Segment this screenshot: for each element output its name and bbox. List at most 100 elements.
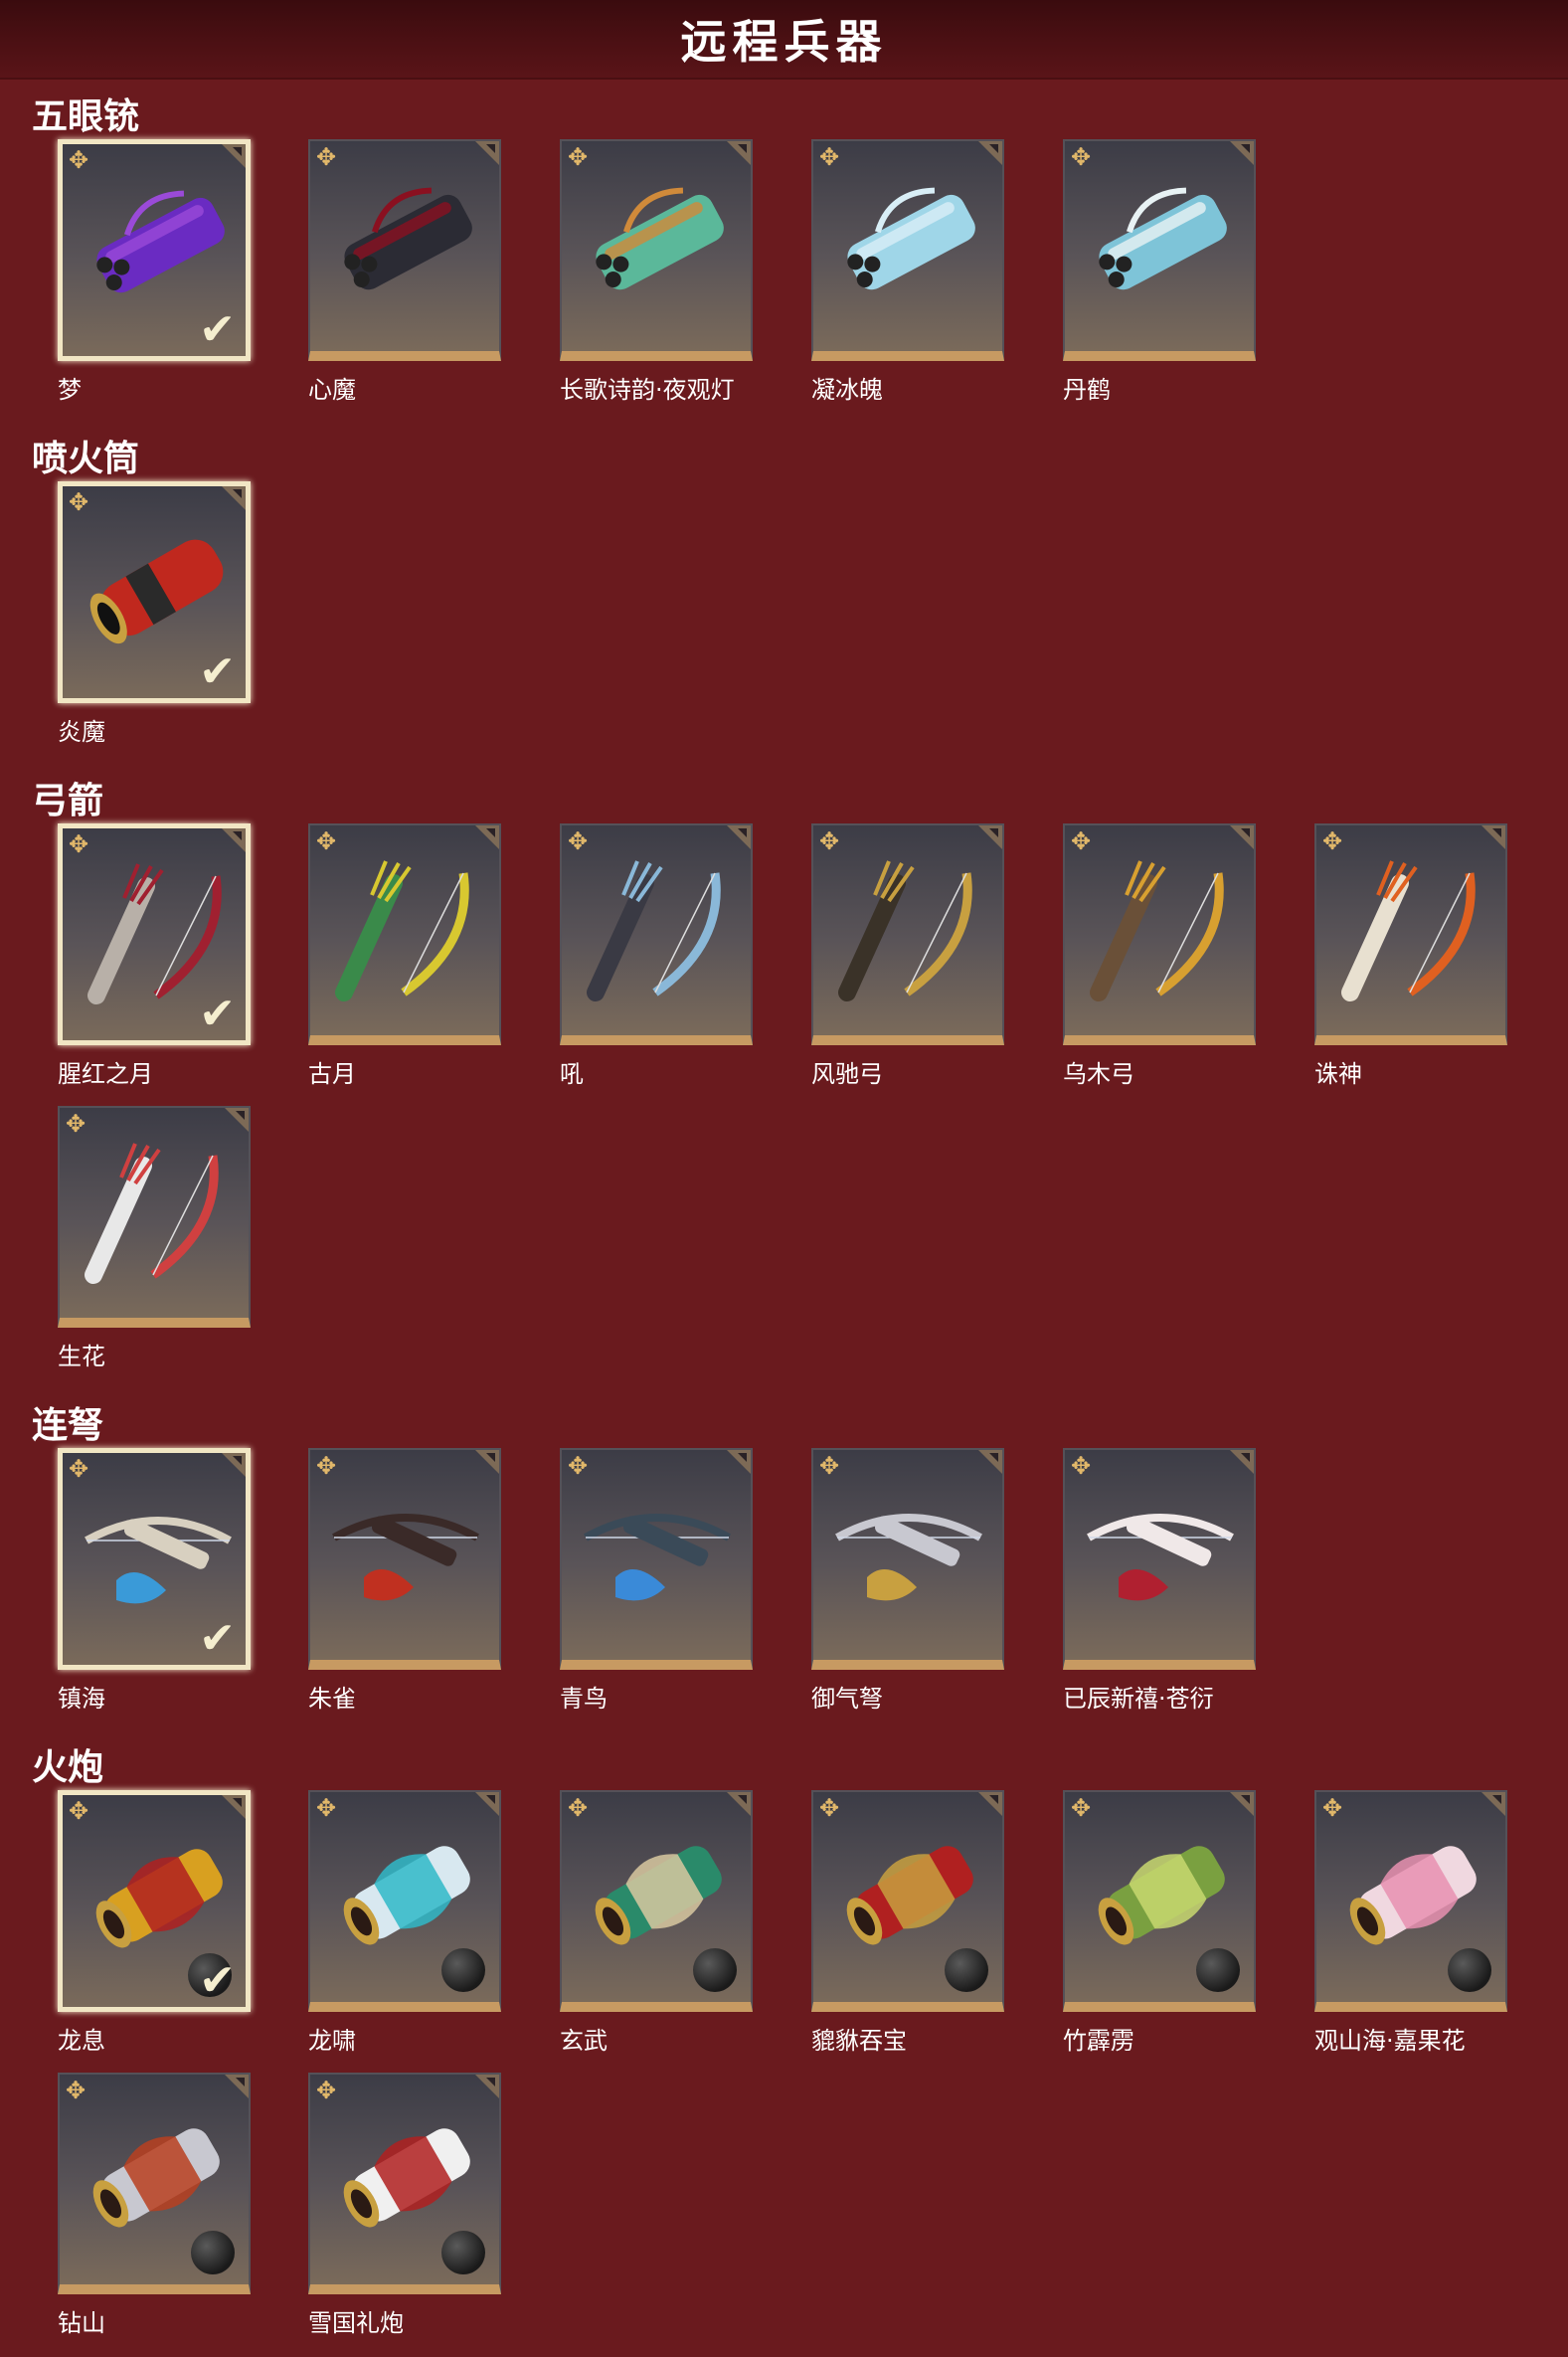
weapon-card[interactable]: ✥: [560, 823, 753, 1045]
weapon-name: 吼: [560, 1060, 584, 1088]
corner-tag-icon: [727, 825, 751, 849]
page-title: 远程兵器: [680, 15, 888, 69]
weapon-card[interactable]: ✥: [1063, 1448, 1256, 1670]
weapon-card[interactable]: ✥ ✔: [58, 139, 251, 361]
bow-illustration: [335, 860, 469, 1001]
tube-illustration: [89, 539, 224, 644]
weapon-card[interactable]: ✥: [308, 1448, 501, 1670]
weapon-name: 腥红之月: [58, 1060, 153, 1088]
shuriken-icon: ✥: [316, 143, 337, 171]
weapon-card[interactable]: ✥: [58, 1106, 251, 1328]
weapon-name: 诛神: [1314, 1060, 1362, 1088]
corner-tag-icon: [1481, 1792, 1505, 1816]
corner-tag-icon: [222, 144, 246, 168]
section-title: 喷火筒: [32, 439, 140, 479]
corner-tag-icon: [978, 1792, 1002, 1816]
checkmark-icon: ✔: [199, 1613, 236, 1664]
crossbow-illustration: [1087, 1514, 1234, 1601]
weapon-card[interactable]: ✥: [1314, 1790, 1507, 2012]
weapon-card[interactable]: ✥: [1063, 1790, 1256, 2012]
corner-tag-icon: [222, 1453, 246, 1477]
shuriken-icon: ✥: [316, 827, 337, 855]
shuriken-icon: ✥: [1071, 827, 1092, 855]
weapon-name: 朱雀: [308, 1685, 356, 1713]
crossbow-illustration: [584, 1514, 731, 1601]
checkmark-icon: ✔: [199, 989, 236, 1039]
weapon-card[interactable]: ✥: [1063, 823, 1256, 1045]
shuriken-icon: ✥: [568, 1794, 589, 1822]
weapon-card[interactable]: ✥: [811, 139, 1004, 361]
weapon-card[interactable]: ✥: [308, 2073, 501, 2294]
weapon-card[interactable]: ✥ ✔: [58, 823, 251, 1045]
weapon-card[interactable]: ✥ ✔: [58, 481, 251, 703]
weapon-card[interactable]: ✥ ✔: [58, 1448, 251, 1670]
corner-tag-icon: [1481, 825, 1505, 849]
weapon-card[interactable]: ✥: [560, 1790, 753, 2012]
weapon-name: 凝冰魄: [811, 376, 883, 404]
cannon-illustration: [1098, 1846, 1225, 1945]
weapon-card[interactable]: ✥ ✔: [58, 1790, 251, 2012]
shuriken-icon: ✥: [69, 830, 89, 858]
checkmark-icon: ✔: [199, 646, 236, 697]
weapon-card[interactable]: ✥: [811, 1448, 1004, 1670]
cannonball-icon: [441, 1948, 485, 1992]
crossbow-illustration: [332, 1514, 479, 1601]
shuriken-icon: ✥: [316, 1794, 337, 1822]
weapon-name: 龙息: [58, 2027, 105, 2055]
bow-illustration: [87, 863, 222, 1004]
shuriken-icon: ✥: [819, 1794, 840, 1822]
gun-illustration: [96, 190, 225, 293]
weapon-card[interactable]: ✥: [308, 823, 501, 1045]
corner-tag-icon: [222, 1795, 246, 1819]
gun-illustration: [847, 187, 975, 290]
cannon-illustration: [95, 1849, 223, 1948]
corner-tag-icon: [1230, 1450, 1254, 1474]
weapon-card[interactable]: ✥: [1314, 823, 1507, 1045]
weapon-card[interactable]: ✥: [811, 823, 1004, 1045]
cannon-illustration: [92, 2128, 220, 2228]
gun-illustration: [1099, 187, 1227, 290]
cannonball-icon: [693, 1948, 737, 1992]
weapon-name: 玄武: [560, 2027, 608, 2055]
shuriken-icon: ✥: [819, 827, 840, 855]
weapon-card[interactable]: ✥: [811, 1790, 1004, 2012]
cannonball-icon: [441, 2231, 485, 2274]
weapon-name: 古月: [308, 1060, 356, 1088]
weapon-name: 乌木弓: [1063, 1060, 1134, 1088]
section-title: 弓箭: [32, 781, 104, 821]
weapon-card[interactable]: ✥: [1063, 139, 1256, 361]
checkmark-icon: ✔: [199, 1955, 236, 2006]
corner-tag-icon: [727, 1792, 751, 1816]
weapon-card[interactable]: ✥: [560, 1448, 753, 1670]
shuriken-icon: ✥: [66, 2077, 87, 2104]
gun-illustration: [344, 187, 472, 290]
cannonball-icon: [1448, 1948, 1491, 1992]
cannon-illustration: [846, 1846, 973, 1945]
shuriken-icon: ✥: [568, 143, 589, 171]
shuriken-icon: ✥: [69, 488, 89, 516]
weapon-card[interactable]: ✥: [308, 139, 501, 361]
shuriken-icon: ✥: [1322, 827, 1343, 855]
section-title: 连弩: [32, 1405, 104, 1446]
shuriken-icon: ✥: [316, 1452, 337, 1480]
weapon-name: 梦: [58, 376, 82, 404]
cannonball-icon: [1196, 1948, 1240, 1992]
weapon-card[interactable]: ✥: [560, 139, 753, 361]
corner-tag-icon: [1230, 1792, 1254, 1816]
corner-tag-icon: [727, 141, 751, 165]
bow-illustration: [838, 860, 972, 1001]
weapon-card[interactable]: ✥: [308, 1790, 501, 2012]
cannon-illustration: [595, 1846, 722, 1945]
corner-tag-icon: [222, 828, 246, 852]
weapon-name: 炎魔: [58, 718, 105, 746]
weapon-card[interactable]: ✥: [58, 2073, 251, 2294]
bow-illustration: [587, 860, 721, 1001]
weapon-name: 镇海: [58, 1685, 105, 1713]
cannonball-icon: [945, 1948, 988, 1992]
shuriken-icon: ✥: [1071, 143, 1092, 171]
shuriken-icon: ✥: [1071, 1452, 1092, 1480]
corner-tag-icon: [475, 2075, 499, 2098]
shuriken-icon: ✥: [568, 1452, 589, 1480]
cannon-illustration: [1349, 1846, 1477, 1945]
shuriken-icon: ✥: [568, 827, 589, 855]
